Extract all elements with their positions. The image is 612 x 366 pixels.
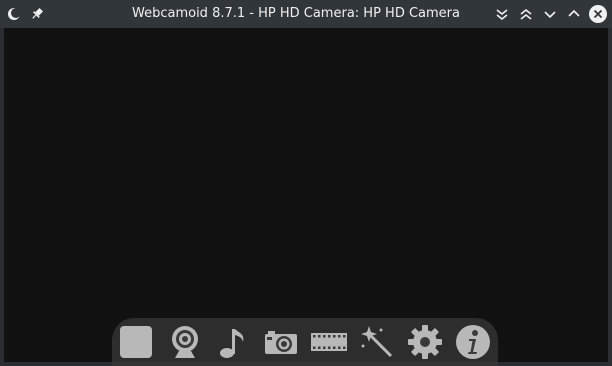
close-icon[interactable] <box>589 5 607 23</box>
about-button[interactable] <box>455 324 491 360</box>
settings-button[interactable] <box>407 324 443 360</box>
webcam-icon <box>172 326 198 358</box>
take-photo-button[interactable] <box>263 324 299 360</box>
minimize-icon[interactable] <box>541 5 559 23</box>
close-button[interactable] <box>589 5 607 23</box>
camera-icon <box>265 331 297 354</box>
pin-icon[interactable] <box>29 6 45 22</box>
audio-button[interactable] <box>215 324 251 360</box>
stop-button[interactable] <box>118 324 154 360</box>
bottom-toolbar <box>112 318 498 366</box>
crescent-icon[interactable] <box>6 6 22 22</box>
app-window: Webcamoid 8.7.1 - HP HD Camera: HP HD Ca… <box>0 0 612 366</box>
window-title: Webcamoid 8.7.1 - HP HD Camera: HP HD Ca… <box>132 6 460 21</box>
camera-preview <box>4 28 608 362</box>
webcam-button[interactable] <box>167 324 203 360</box>
maximize-icon[interactable] <box>565 5 583 23</box>
stop-icon <box>120 326 152 358</box>
gear-icon <box>408 325 442 359</box>
effects-button[interactable] <box>359 324 395 360</box>
window-border-right <box>608 28 612 366</box>
music-note-icon <box>220 329 244 358</box>
record-video-button[interactable] <box>311 324 347 360</box>
keep-above-icon[interactable] <box>517 5 535 23</box>
keep-below-icon[interactable] <box>493 5 511 23</box>
film-strip-icon <box>311 333 347 351</box>
magic-wand-icon <box>361 326 393 358</box>
info-icon <box>456 325 490 359</box>
title-bar[interactable]: Webcamoid 8.7.1 - HP HD Camera: HP HD Ca… <box>0 0 612 28</box>
